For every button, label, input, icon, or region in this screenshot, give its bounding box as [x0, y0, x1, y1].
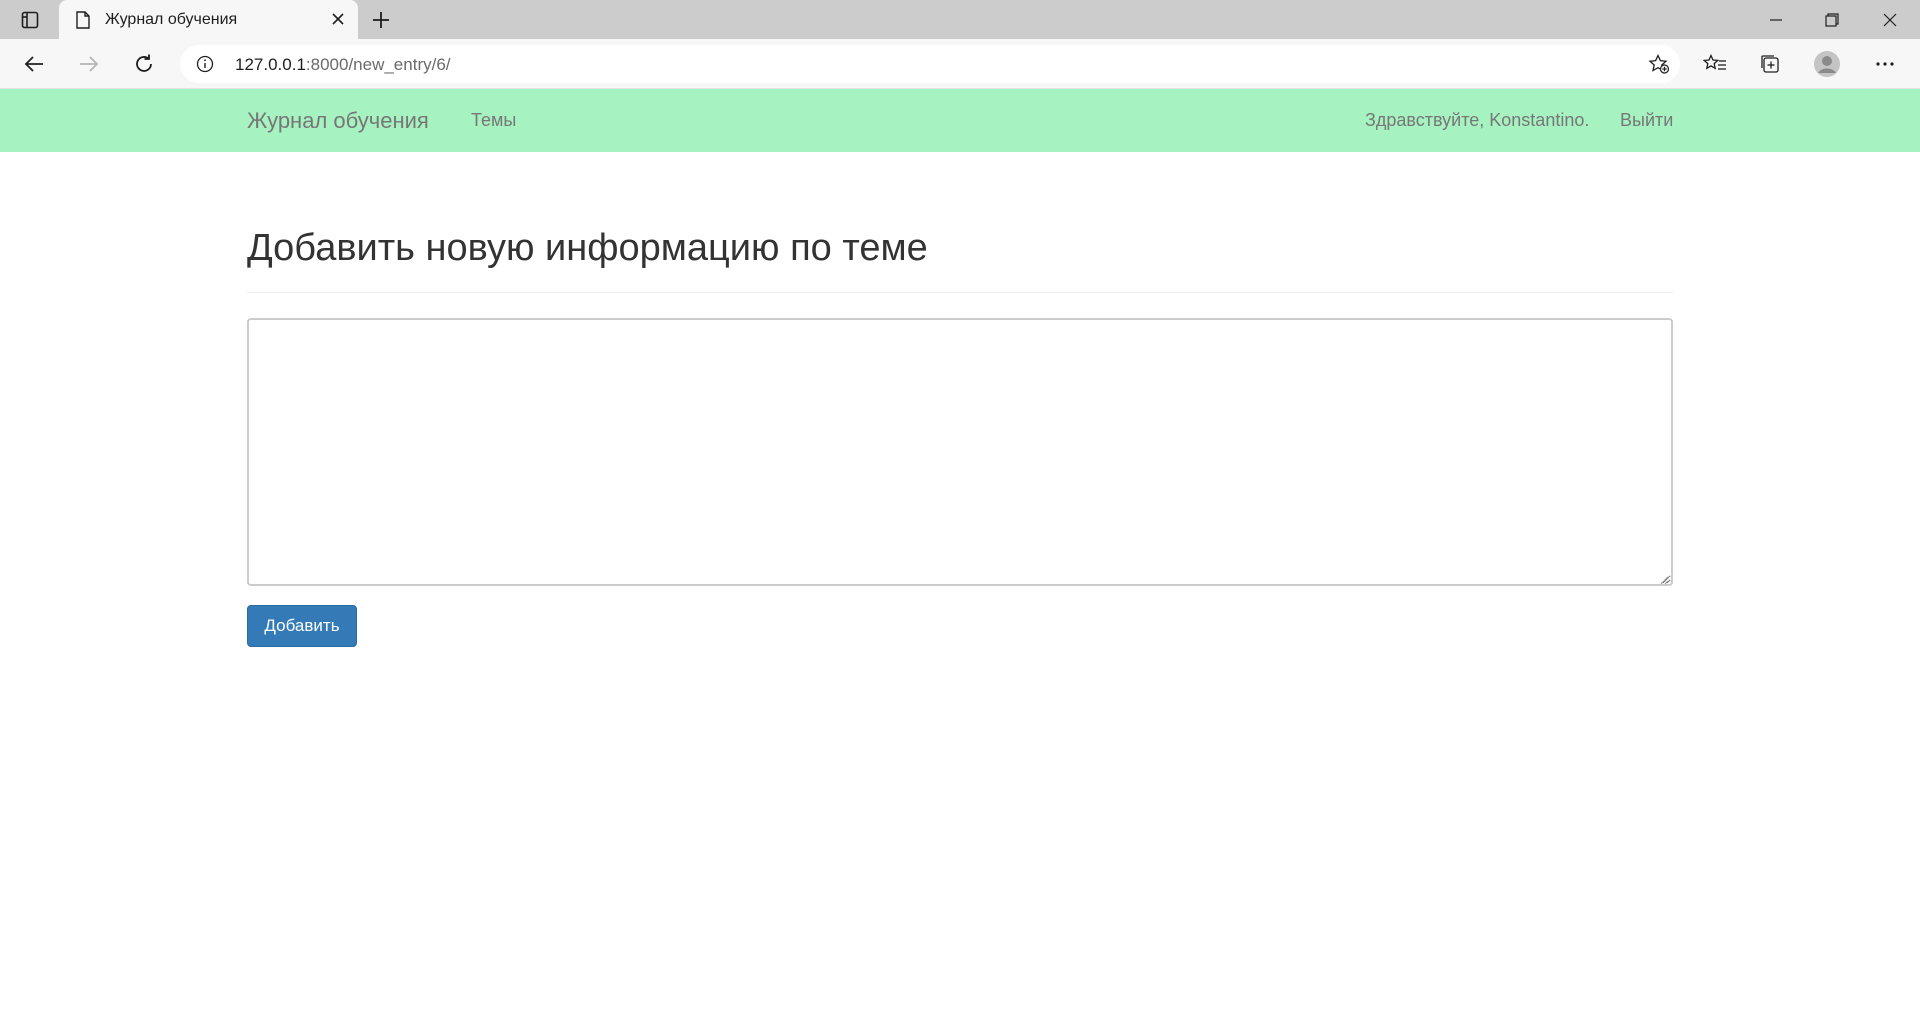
- new-tab-plus-icon[interactable]: [368, 8, 394, 32]
- window-close-icon[interactable]: [1862, 0, 1918, 39]
- reload-icon[interactable]: [129, 50, 159, 78]
- close-icon[interactable]: [330, 11, 346, 32]
- back-arrow-icon[interactable]: [19, 50, 49, 78]
- url-path: :8000/new_entry/6/: [305, 55, 451, 74]
- more-options-icon[interactable]: [1870, 50, 1900, 78]
- add-favorite-icon[interactable]: [1648, 53, 1670, 79]
- minimize-icon[interactable]: [1748, 0, 1804, 39]
- address-bar[interactable]: 127.0.0.1:8000/new_entry/6/: [180, 45, 1680, 83]
- site-navbar: Журнал обучения Темы Здравствуйте, Konst…: [0, 89, 1920, 152]
- nav-logout-link[interactable]: Выйти: [1620, 110, 1673, 131]
- favorites-icon[interactable]: [1700, 50, 1730, 78]
- add-entry-button[interactable]: Добавить: [247, 605, 357, 647]
- collections-icon[interactable]: [1755, 50, 1785, 78]
- browser-tab[interactable]: Журнал обучения: [59, 0, 358, 39]
- nav-topics-link[interactable]: Темы: [471, 110, 516, 131]
- restore-icon[interactable]: [1804, 0, 1860, 39]
- site-info-icon[interactable]: [196, 55, 214, 78]
- forward-arrow-icon: [74, 50, 104, 78]
- resize-grip-icon[interactable]: [1659, 572, 1669, 590]
- url-host: 127.0.0.1: [235, 55, 306, 74]
- greeting-text: Здравствуйте, Konstantino.: [1365, 110, 1590, 130]
- tab-actions-icon[interactable]: [14, 9, 46, 31]
- page-icon: [75, 11, 91, 34]
- tab-title: Журнал обучения: [105, 11, 238, 28]
- browser-tab-strip: Журнал обучения: [0, 0, 1920, 39]
- page-header: Добавить новую информацию по теме: [247, 224, 1673, 293]
- browser-toolbar: 127.0.0.1:8000/new_entry/6/: [0, 39, 1920, 89]
- url-text[interactable]: 127.0.0.1:8000/new_entry/6/: [235, 55, 451, 75]
- page-title: Добавить новую информацию по теме: [247, 227, 928, 269]
- profile-avatar-icon[interactable]: [1812, 50, 1842, 78]
- brand-link[interactable]: Журнал обучения: [247, 108, 429, 134]
- entry-text-field[interactable]: [247, 318, 1673, 586]
